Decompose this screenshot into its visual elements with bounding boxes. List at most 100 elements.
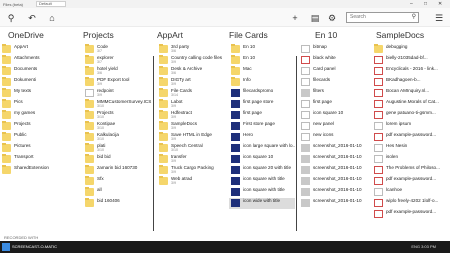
list-item[interactable]: first page	[299, 99, 369, 110]
list-item[interactable]: Hdfextract 3/9	[157, 110, 229, 121]
list-item[interactable]: Encyclicals - 2016 - link...	[372, 66, 450, 77]
list-item[interactable]: En 10	[229, 55, 295, 66]
list-item[interactable]: Public	[0, 132, 76, 143]
list-item[interactable]: 3rd party 3/6	[157, 44, 229, 55]
column-title[interactable]: File Cards	[229, 30, 268, 40]
list-item[interactable]: AppArt	[0, 44, 76, 55]
column-separator[interactable]	[153, 56, 154, 231]
list-item[interactable]: Country calling code files 3/9	[157, 55, 229, 66]
list-item[interactable]: pdf example-password...	[372, 209, 450, 220]
list-item[interactable]: all	[83, 187, 153, 198]
list-item[interactable]: icon square with title	[229, 176, 295, 187]
close-icon[interactable]: ✕	[438, 1, 442, 7]
list-item[interactable]: icon square 20 with title	[229, 165, 295, 176]
column-title[interactable]: En 10	[315, 30, 337, 40]
list-item[interactable]: Speech Central 3/10	[157, 143, 229, 154]
list-item[interactable]: Attachments	[0, 55, 76, 66]
list-item[interactable]: Hero	[229, 132, 295, 143]
list-item[interactable]: DIGTy art 3/9	[157, 77, 229, 88]
maximize-icon[interactable]: □	[424, 1, 427, 7]
list-item[interactable]: hotel yield 3/6	[83, 66, 153, 77]
list-item[interactable]: The Problems of Philoso...	[372, 165, 450, 176]
list-item[interactable]: SharedExtension	[0, 165, 76, 176]
list-item[interactable]: bitmap	[299, 44, 369, 55]
list-item[interactable]: filters	[299, 88, 369, 99]
list-item[interactable]: icon square 10	[229, 154, 295, 165]
list-item[interactable]: BKadhagoen-b...	[372, 77, 450, 88]
column-title[interactable]: Projects	[83, 30, 114, 40]
list-item[interactable]: Web atrad 3/9	[157, 176, 229, 187]
column-title[interactable]: AppArt	[157, 30, 183, 40]
list-item[interactable]: Sfx	[83, 176, 153, 187]
list-item[interactable]: icon square with title	[229, 187, 295, 198]
column-title[interactable]: OneDrive	[8, 30, 44, 40]
minimize-icon[interactable]: –	[410, 1, 413, 7]
list-item[interactable]: My texts	[0, 88, 76, 99]
list-item[interactable]: my games	[0, 110, 76, 121]
list-item[interactable]: screenshot_2016-01-10	[299, 176, 369, 187]
add-icon[interactable]: +	[290, 13, 300, 23]
list-item[interactable]: Info	[229, 77, 295, 88]
list-item[interactable]: Kalkulacija 3/10	[83, 132, 153, 143]
list-item[interactable]: screenshot_2016-01-10	[299, 198, 369, 209]
list-item[interactable]: first page store	[229, 99, 295, 110]
list-item[interactable]: Kontipae 3/10	[83, 121, 153, 132]
search-box[interactable]: Search ⚲	[346, 12, 419, 23]
list-item[interactable]: first page	[229, 110, 295, 121]
list-item[interactable]: zamarin bid 160730	[83, 165, 153, 176]
list-item[interactable]: Documents	[0, 66, 76, 77]
list-item[interactable]: Save HTML in Edge 3/9	[157, 132, 229, 143]
list-item[interactable]: bielly-21035dad-bf...	[372, 55, 450, 66]
list-item[interactable]: explorer 3/7	[83, 55, 153, 66]
undo-icon[interactable]: ↶	[27, 13, 37, 23]
list-item[interactable]: File Cards 3/14	[157, 88, 229, 99]
column-title[interactable]: SampleDocs	[376, 30, 424, 40]
list-item[interactable]: icon large square with lo...	[229, 143, 295, 154]
list-item[interactable]: wiplo freely-4202 1lolf-o...	[372, 198, 450, 209]
list-item[interactable]: transfer 3/9	[157, 154, 229, 165]
list-item[interactable]: debugging	[372, 44, 450, 55]
column-separator[interactable]	[296, 56, 297, 231]
list-item[interactable]: SampleDocs 3/9	[157, 121, 229, 132]
settings-icon[interactable]: ⚙	[327, 13, 337, 23]
home-icon[interactable]: ⌂	[47, 13, 57, 23]
list-item[interactable]: Truck Cargo Packing 3/9	[157, 165, 229, 176]
list-item[interactable]: screenshot_2016-01-10	[299, 143, 369, 154]
list-item[interactable]: PDF Export tool 3/9	[83, 77, 153, 88]
list-item[interactable]: icon wide with title	[229, 198, 295, 209]
list-item[interactable]: lcanhoe	[372, 187, 450, 198]
search-icon[interactable]: ⚲	[6, 13, 16, 23]
list-item[interactable]: lorem ipsum	[372, 121, 450, 132]
list-item[interactable]: new panel	[299, 121, 369, 132]
list-item[interactable]: En 10	[229, 44, 295, 55]
list-item[interactable]: Pics	[0, 99, 76, 110]
list-item[interactable]: Labot 3/9	[157, 99, 229, 110]
list-item[interactable]: filecards	[299, 77, 369, 88]
list-item[interactable]: screenshot_2016-01-10	[299, 187, 369, 198]
list-item[interactable]: Pictures	[0, 143, 76, 154]
view-selector[interactable]: Default	[36, 1, 66, 7]
list-item[interactable]: pdf example-password...	[372, 176, 450, 187]
share-icon[interactable]: ▤	[310, 13, 320, 23]
list-item[interactable]: Desk & Archive 3/6	[157, 66, 229, 77]
search-button-icon[interactable]: ⚲	[412, 13, 416, 22]
list-item[interactable]: Transport	[0, 154, 76, 165]
list-item[interactable]: screenshot_2016-01-10	[299, 154, 369, 165]
list-item[interactable]: Projects 3/10	[83, 110, 153, 121]
list-item[interactable]: Dokumenti	[0, 77, 76, 88]
list-item[interactable]: screenshot_2016-01-10	[299, 165, 369, 176]
list-item[interactable]: Code 3/7	[83, 44, 153, 55]
list-item[interactable]: Augustine.Morals of Cat...	[372, 99, 450, 110]
list-item[interactable]: icon square 10	[299, 110, 369, 121]
list-item[interactable]: bid bid	[83, 154, 153, 165]
list-item[interactable]: Hes Nesin	[372, 143, 450, 154]
list-item[interactable]: Projects	[0, 121, 76, 132]
list-item[interactable]: black white	[299, 55, 369, 66]
list-item[interactable]: gene patuano-ti-gsmm...	[372, 110, 450, 121]
list-item[interactable]: plati 3/10	[83, 143, 153, 154]
list-item[interactable]: Mac	[229, 66, 295, 77]
list-item[interactable]: filecardspromo	[229, 88, 295, 99]
list-item[interactable]: Card panel	[299, 66, 369, 77]
list-item[interactable]: new icons	[299, 132, 369, 143]
list-item[interactable]: isolen	[372, 154, 450, 165]
